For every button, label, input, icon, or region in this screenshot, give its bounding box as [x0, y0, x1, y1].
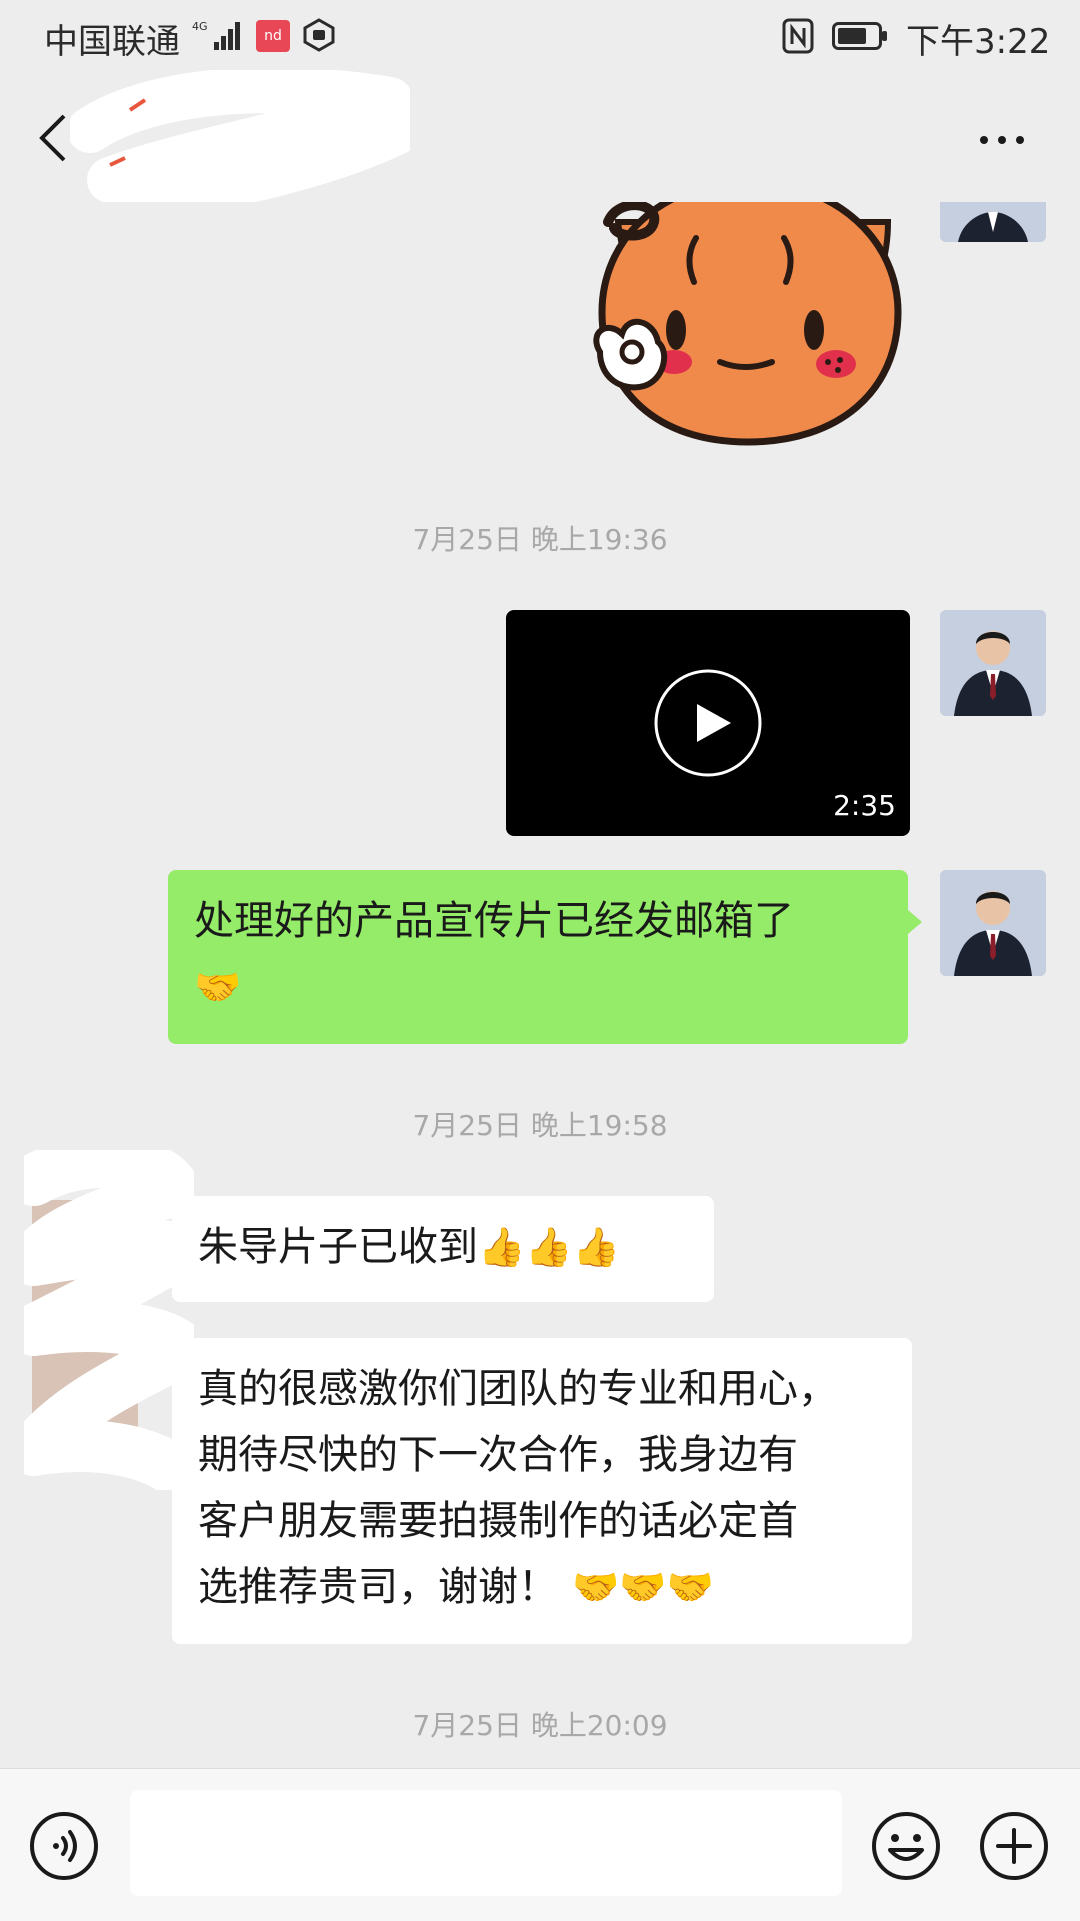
timestamp: 7月25日 晚上19:36 — [412, 523, 668, 556]
video-message[interactable]: 2:35 — [506, 610, 910, 836]
network-type: 4G — [192, 20, 208, 33]
handshake-emoji: 🤝 — [194, 965, 242, 1009]
more-dots-icon[interactable] — [976, 120, 1028, 160]
avatar[interactable] — [940, 202, 1046, 242]
incoming-message-bubble[interactable]: 朱导片子已收到👍👍👍 — [172, 1196, 714, 1302]
message-line: 真的很感激你们团队的专业和用心， — [198, 1366, 838, 1412]
thumbs-up-emoji: 👍👍👍 — [478, 1225, 620, 1269]
timestamp: 7月25日 晚上19:58 — [412, 1109, 668, 1142]
handshake-emoji: 🤝🤝🤝 — [572, 1565, 714, 1609]
message-line: 期待尽快的下一次合作，我身边有 — [198, 1432, 798, 1478]
clock: 下午3:22 — [906, 22, 1051, 62]
carrier-name: 中国联通 — [44, 22, 180, 62]
emoji-smile-icon[interactable] — [870, 1810, 942, 1882]
signal-icon: 4G — [192, 20, 240, 50]
redacted-title — [70, 70, 410, 210]
plus-icon[interactable] — [978, 1810, 1050, 1882]
chevron-left-icon[interactable] — [36, 112, 72, 164]
battery-icon — [832, 22, 887, 50]
message-text: 朱导片子已收到 — [198, 1224, 478, 1270]
timestamp: 7月25日 晚上20:09 — [412, 1709, 668, 1742]
message-line: 客户朋友需要拍摄制作的话必定首 — [198, 1498, 798, 1544]
message-text: 处理好的产品宣传片已经发邮箱了 — [194, 898, 794, 944]
video-duration: 2:35 — [833, 789, 896, 822]
avatar[interactable] — [24, 1150, 194, 1490]
play-icon[interactable] — [653, 668, 763, 778]
avatar[interactable] — [940, 610, 1046, 716]
message-input[interactable] — [130, 1790, 842, 1896]
avatar[interactable] — [940, 870, 1046, 976]
shield-icon — [303, 18, 335, 52]
incoming-message-bubble[interactable]: 真的很感激你们团队的专业和用心， 期待尽快的下一次合作，我身边有 客户朋友需要拍… — [172, 1338, 912, 1644]
nfc-icon — [782, 18, 814, 54]
app-badge-icon: nd — [256, 20, 290, 52]
outgoing-message-bubble[interactable]: 处理好的产品宣传片已经发邮箱了 🤝 — [168, 870, 908, 1044]
message-line: 选推荐贵司，谢谢！ — [198, 1564, 558, 1610]
ok-gesture-sticker[interactable] — [588, 202, 908, 452]
voice-icon[interactable] — [28, 1810, 100, 1882]
bubble-tail — [908, 910, 922, 934]
